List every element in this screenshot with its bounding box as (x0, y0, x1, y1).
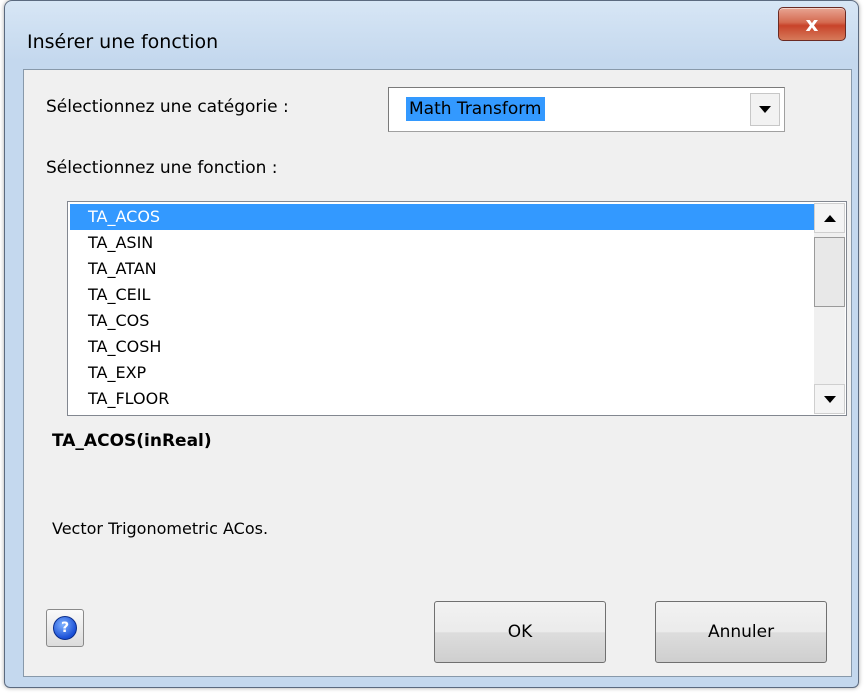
cancel-button[interactable]: Annuler (655, 601, 827, 663)
ok-button[interactable]: OK (434, 601, 606, 663)
function-list-items: TA_ACOS TA_ASIN TA_ATAN TA_CEIL TA_COS T… (70, 204, 814, 412)
list-item[interactable]: TA_ATAN (70, 256, 814, 282)
help-button[interactable]: ? (46, 609, 84, 647)
arrow-up-icon (823, 214, 836, 222)
dialog-window: Insérer une fonction x Sélectionnez une … (4, 0, 859, 688)
list-item[interactable]: TA_ACOS (70, 204, 814, 230)
list-item[interactable]: TA_COS (70, 308, 814, 334)
scroll-up-button[interactable] (814, 203, 845, 233)
scroll-down-button[interactable] (814, 384, 845, 414)
list-item[interactable]: TA_ASIN (70, 230, 814, 256)
function-description: Vector Trigonometric ACos. (52, 519, 269, 538)
dialog-body: Sélectionnez une catégorie : Math Transf… (23, 69, 852, 677)
list-item[interactable]: TA_EXP (70, 360, 814, 386)
category-selected-value: Math Transform (406, 97, 545, 121)
chevron-down-icon (759, 106, 771, 113)
category-select[interactable]: Math Transform (388, 87, 785, 132)
close-button[interactable]: x (778, 7, 846, 41)
window-title: Insérer une fonction (27, 31, 219, 53)
list-item[interactable]: TA_COSH (70, 334, 814, 360)
vertical-scrollbar[interactable] (814, 203, 845, 414)
close-icon: x (805, 12, 819, 36)
function-listbox[interactable]: TA_ACOS TA_ASIN TA_ATAN TA_CEIL TA_COS T… (67, 201, 847, 416)
function-signature: TA_ACOS(inReal) (52, 431, 212, 451)
arrow-down-icon (823, 395, 836, 403)
list-item[interactable]: TA_CEIL (70, 282, 814, 308)
scrollbar-thumb[interactable] (814, 237, 845, 307)
dropdown-button[interactable] (750, 93, 780, 126)
category-label: Sélectionnez une catégorie : (46, 97, 289, 117)
function-label: Sélectionnez une fonction : (46, 158, 278, 178)
list-item[interactable]: TA_FLOOR (70, 386, 814, 412)
help-icon: ? (53, 616, 77, 640)
